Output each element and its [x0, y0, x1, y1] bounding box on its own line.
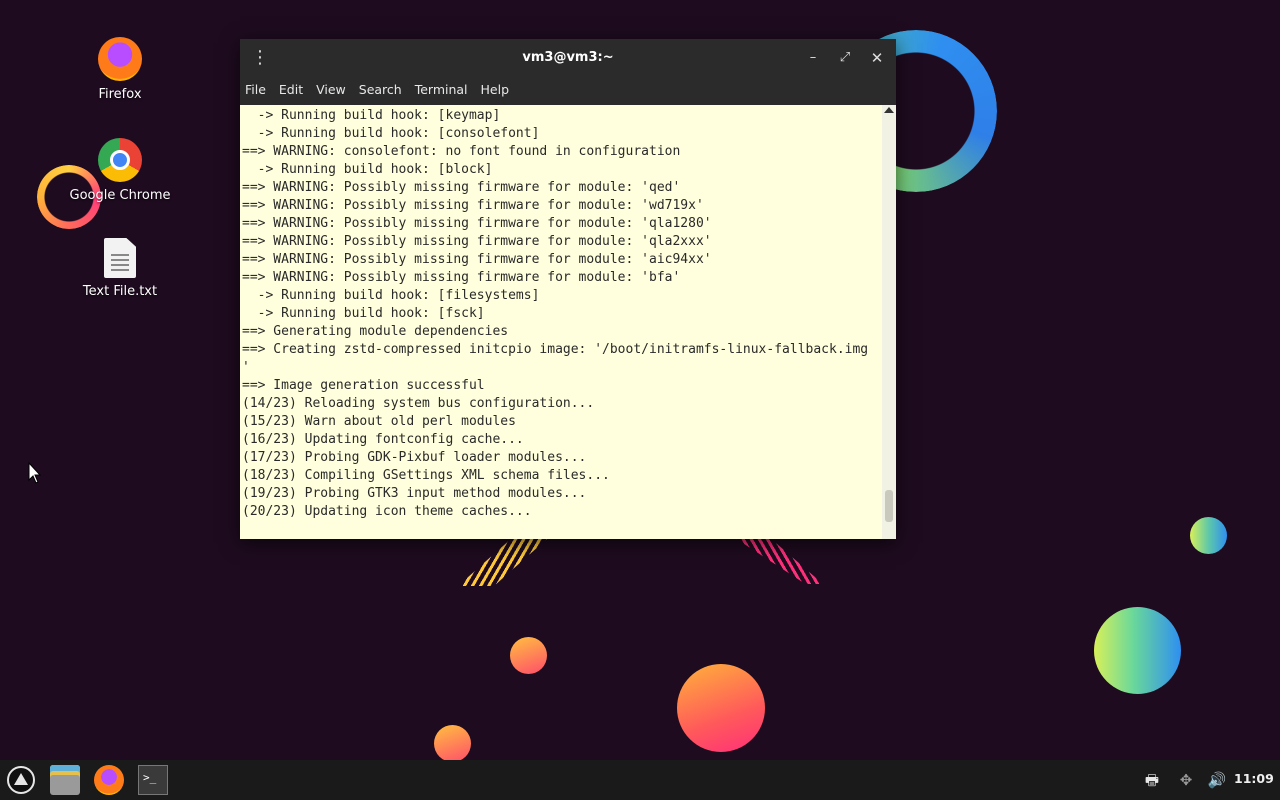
terminal-scrollbar[interactable] [882, 105, 896, 539]
scroll-up-icon[interactable] [884, 107, 894, 113]
terminal-icon[interactable]: >_ [138, 765, 168, 795]
terminal-line: (20/23) Updating icon theme caches... [242, 504, 532, 519]
menu-file[interactable]: File [240, 77, 270, 97]
terminal-output[interactable]: -> Running build hook: [keymap] -> Runni… [240, 105, 882, 539]
terminal-line: ==> WARNING: Possibly missing firmware f… [242, 198, 704, 213]
terminal-line: ==> WARNING: consolefont: no font found … [242, 144, 681, 159]
wallpaper-ball [677, 664, 765, 752]
wallpaper-stripes-yellow [458, 538, 548, 586]
menu-terminal[interactable]: Terminal [410, 77, 472, 97]
terminal-line: (15/23) Warn about old perl modules [242, 414, 516, 429]
terminal-line: (18/23) Compiling GSettings XML schema f… [242, 468, 610, 483]
network-icon[interactable]: ✥ [1176, 770, 1196, 790]
terminal-line: ' [242, 360, 250, 375]
minimize-icon[interactable]: – [803, 48, 823, 68]
desktop-icon-label: Firefox [98, 87, 142, 102]
desktop-icon-label: Google Chrome [69, 188, 171, 203]
window-titlebar[interactable]: ⋮ vm3@vm3:~ – ⤢ ✕ [240, 39, 896, 77]
printer-icon[interactable]: 🖶 [1142, 770, 1162, 790]
terminal-line: ==> Generating module dependencies [242, 324, 509, 339]
menu-view[interactable]: View [311, 77, 350, 97]
desktop-icon-firefox[interactable]: Firefox [60, 37, 180, 102]
scrollbar-thumb[interactable] [885, 490, 893, 522]
chrome-icon [98, 138, 142, 182]
menu-search[interactable]: Search [354, 77, 406, 97]
terminal-line: -> Running build hook: [block] [242, 162, 493, 177]
terminal-line: (16/23) Updating fontconfig cache... [242, 432, 524, 447]
terminal-line: -> Running build hook: [keymap] [242, 108, 501, 123]
terminal-line: ==> Image generation successful [242, 378, 485, 393]
window-title: vm3@vm3:~ [522, 50, 614, 65]
desktop-icon-text-file[interactable]: Text File.txt [60, 238, 180, 299]
terminal-line: ==> WARNING: Possibly missing firmware f… [242, 180, 681, 195]
terminal-text: -> Running build hook: [keymap] -> Runni… [240, 105, 882, 521]
text-file-icon [104, 238, 136, 278]
terminal-line: (19/23) Probing GTK3 input method module… [242, 486, 587, 501]
terminal-line: ==> WARNING: Possibly missing firmware f… [242, 234, 712, 249]
wallpaper-ball [510, 637, 547, 674]
terminal-line: ==> WARNING: Possibly missing firmware f… [242, 216, 712, 231]
close-icon[interactable]: ✕ [867, 48, 887, 68]
terminal-line: ==> Creating zstd-compressed initcpio im… [242, 342, 869, 357]
taskbar: >_ 🖶 ✥ 🔊 11:09 [0, 760, 1280, 800]
maximize-icon[interactable]: ⤢ [835, 48, 855, 68]
menu-help[interactable]: Help [476, 77, 514, 97]
wallpaper-ball [434, 725, 471, 762]
desktop-icon-label: Text File.txt [82, 284, 158, 299]
terminal-line: -> Running build hook: [fsck] [242, 306, 485, 321]
terminal-line: -> Running build hook: [consolefont] [242, 126, 540, 141]
volume-icon[interactable]: 🔊 [1207, 770, 1227, 790]
terminal-menubar: File Edit View Search Terminal Help [240, 77, 896, 105]
terminal-window: ⋮ vm3@vm3:~ – ⤢ ✕ File Edit View Search … [240, 39, 896, 539]
file-manager-icon[interactable] [50, 765, 80, 795]
clock[interactable]: 11:09 [1234, 771, 1274, 786]
firefox-icon [98, 37, 142, 81]
terminal-line: (17/23) Probing GDK-Pixbuf loader module… [242, 450, 587, 465]
menu-edit[interactable]: Edit [274, 77, 307, 97]
terminal-line: ==> WARNING: Possibly missing firmware f… [242, 252, 712, 267]
wallpaper-ball [1190, 517, 1227, 554]
terminal-line: ==> WARNING: Possibly missing firmware f… [242, 270, 681, 285]
wallpaper-ball [1094, 607, 1181, 694]
firefox-icon[interactable] [94, 765, 124, 795]
wallpaper-stripes-pink [735, 538, 823, 584]
start-menu-icon[interactable] [7, 766, 35, 794]
terminal-line: (14/23) Reloading system bus configurati… [242, 396, 595, 411]
terminal-line: -> Running build hook: [filesystems] [242, 288, 540, 303]
desktop-icon-chrome[interactable]: Google Chrome [60, 138, 180, 203]
